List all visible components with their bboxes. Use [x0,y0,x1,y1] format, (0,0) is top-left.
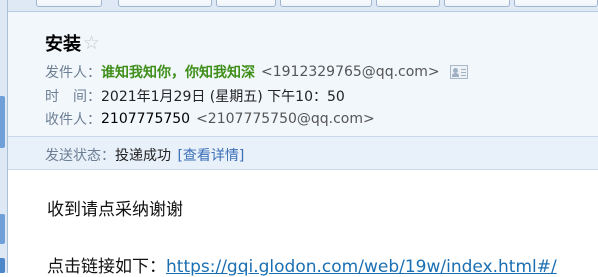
sidebar-tab[interactable] [0,214,5,244]
recipient-address[interactable]: <2107775750@qq.com> [196,111,375,127]
mail-body: 收到请点采纳谢谢 点击链接如下：https://gqi.glodon.com/w… [8,170,598,277]
sender-address[interactable]: <1912329765@qq.com> [261,64,440,80]
sent-time: 2021年1月29日 (星期五) 下午10：50 [101,89,345,105]
toolbar-button[interactable] [118,0,212,7]
subject-row: 安装 ☆ [45,30,100,56]
body-link-line: 点击链接如下：https://gqi.glodon.com/web/19w/in… [47,252,557,277]
recipient-name[interactable]: 2107775750 [101,111,190,127]
status-label: 发送状态： [45,148,115,164]
to-label: 收件人： [45,112,101,128]
view-details-link[interactable]: [查看详情] [177,148,244,164]
status-value: 投递成功 [115,148,171,164]
sender-name[interactable]: 谁知我知你，你知我知深 [101,62,255,82]
to-row: 收件人： 2107775750 <2107775750@qq.com> [45,109,375,129]
link-prefix-text: 点击链接如下： [47,257,166,277]
from-label: 发件人： [45,65,101,81]
from-row: 发件人： 谁知我知你，你知我知深 <1912329765@qq.com> [45,62,468,82]
time-row: 时 间： 2021年1月29日 (星期五) 下午10：50 [45,86,345,106]
body-url-link[interactable]: https://gqi.glodon.com/web/19w/index.htm… [166,257,557,277]
toolbar-button[interactable] [36,0,102,7]
delivery-status-bar: 发送状态：投递成功 [查看详情] [8,136,598,170]
toolbar-button[interactable] [376,0,440,7]
time-label: 时 间： [45,89,101,105]
toolbar-button[interactable] [280,0,372,7]
app-sidebar-edge [0,0,8,273]
body-text: 收到请点采纳谢谢 [47,200,183,220]
sidebar-tab[interactable] [0,96,5,148]
mail-header: 安装 ☆ 发件人： 谁知我知你，你知我知深 <1912329765@qq.com… [8,12,598,136]
star-icon[interactable]: ☆ [83,33,100,53]
delivery-status: 发送状态：投递成功 [查看详情] [45,145,244,165]
mail-subject: 安装 [45,34,81,55]
toolbar-button[interactable] [444,0,510,7]
toolbar-button[interactable] [216,0,276,7]
contact-card-icon[interactable] [449,65,468,79]
mail-toolbar [8,0,598,12]
toolbar-button[interactable] [514,0,598,7]
sidebar-tab[interactable] [0,258,5,273]
